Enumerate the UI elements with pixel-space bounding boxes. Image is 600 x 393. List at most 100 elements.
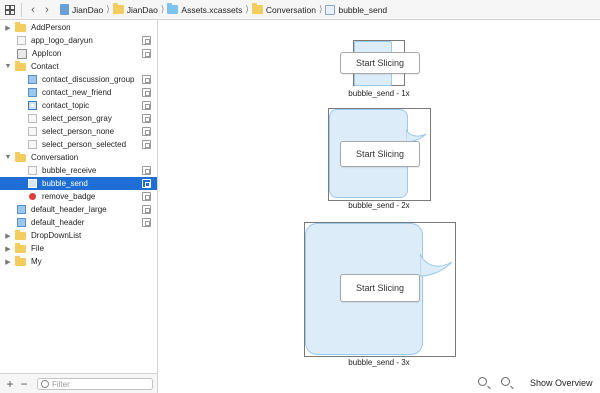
chevron-right-icon: ⟩ (106, 4, 110, 14)
breadcrumb-assets-label: Assets.xcassets (181, 4, 243, 15)
disclosure-closed-icon[interactable]: ▶ (4, 258, 12, 266)
breadcrumb-group[interactable]: JianDao (112, 3, 158, 15)
sidebar-item-label: select_person_selected (42, 140, 127, 149)
zoom-out-icon[interactable] (478, 377, 487, 386)
sidebar-item-label: My (31, 257, 42, 266)
chevron-right-icon: ⟩ (245, 4, 249, 14)
sidebar-asset[interactable]: contact_topic (0, 99, 157, 112)
filter-placeholder: Filter (52, 379, 70, 389)
forward-arrow-icon[interactable]: › (40, 3, 54, 17)
asset-type-icon (142, 166, 151, 175)
sidebar-asset[interactable]: select_person_selected (0, 138, 157, 151)
sidebar-item-label: app_logo_daryun (31, 36, 93, 45)
breadcrumb-conversation-label: Conversation (265, 4, 316, 15)
sidebar-folder[interactable]: ▶ My (0, 255, 157, 268)
image-asset-icon (17, 205, 26, 214)
breadcrumb-project-label: JianDao (72, 4, 104, 15)
sidebar-item-label: AddPerson (31, 23, 71, 32)
sidebar-folder[interactable]: ▶ File (0, 242, 157, 255)
slot-label-2x: bubble_send - 2x (348, 201, 410, 210)
sidebar-asset[interactable]: contact_discussion_group (0, 73, 157, 86)
asset-navigator: ▶ AddPerson app_logo_daryun AppIcon ▼ Contact… (0, 20, 158, 373)
breadcrumb-imageset[interactable]: bubble_send (325, 4, 388, 15)
start-slicing-button-3x[interactable]: Start Slicing (340, 274, 420, 302)
sidebar-item-label: DropDownList (31, 231, 82, 240)
folder-icon (15, 60, 26, 71)
image-asset-icon (28, 127, 37, 136)
sidebar-item-label: select_person_none (42, 127, 115, 136)
sidebar-asset[interactable]: bubble_send (0, 177, 157, 190)
sidebar-folder[interactable]: ▶ AddPerson (0, 21, 157, 34)
sidebar-item-label: remove_badge (42, 192, 96, 201)
sidebar-item-label: File (31, 244, 44, 253)
breadcrumb-group-label: JianDao (126, 4, 158, 15)
disclosure-closed-icon[interactable]: ▶ (4, 24, 12, 32)
folder-icon (15, 255, 26, 266)
folder-icon (112, 3, 124, 14)
disclosure-open-icon[interactable]: ▼ (4, 63, 12, 70)
sidebar-folder[interactable]: ▼ Contact (0, 60, 157, 73)
toolbar-divider (21, 2, 22, 17)
sidebar-item-label: bubble_send (42, 179, 88, 188)
image-set-canvas: Start Slicing bubble_send - 1x Start Sli… (158, 20, 600, 393)
folder-icon (15, 242, 26, 253)
filter-input[interactable]: Filter (37, 378, 153, 390)
start-slicing-button-2x[interactable]: Start Slicing (340, 141, 420, 167)
asset-type-icon (142, 140, 151, 149)
chevron-right-icon: ⟩ (160, 4, 165, 14)
chevron-right-icon: ⟩ (318, 4, 323, 14)
bubble-tail-3x (420, 253, 453, 277)
sidebar-asset[interactable]: select_person_none (0, 125, 157, 138)
breadcrumb-conversation[interactable]: Conversation (251, 3, 316, 15)
sidebar-item-label: Conversation (31, 153, 79, 162)
breadcrumb-project[interactable]: JianDao (60, 4, 103, 15)
disclosure-closed-icon[interactable]: ▶ (4, 245, 12, 253)
asset-type-icon (142, 179, 151, 188)
back-arrow-icon[interactable]: ‹ (26, 3, 40, 17)
image-asset-icon (28, 179, 37, 188)
show-overview-button[interactable]: Show Overview (530, 378, 593, 388)
sidebar-item-label: bubble_receive (42, 166, 97, 175)
image-asset-icon (28, 114, 37, 123)
sidebar-asset[interactable]: select_person_gray (0, 112, 157, 125)
sidebar-item-label: AppIcon (32, 49, 62, 58)
breadcrumb-imageset-label: bubble_send (338, 4, 388, 15)
sidebar-asset[interactable]: remove_badge (0, 190, 157, 203)
sidebar-item-label: contact_new_friend (42, 88, 112, 97)
sidebar-asset[interactable]: AppIcon (0, 47, 157, 60)
slot-label-3x: bubble_send - 3x (348, 358, 410, 367)
sidebar-asset[interactable]: app_logo_daryun (0, 34, 157, 47)
asset-type-icon (142, 205, 151, 214)
zoom-in-icon[interactable] (501, 377, 510, 386)
sidebar-item-label: Contact (31, 62, 59, 71)
asset-type-icon (142, 114, 151, 123)
image-asset-icon (28, 88, 37, 97)
slot-label-1x: bubble_send - 1x (348, 89, 410, 98)
asset-type-icon (142, 101, 151, 110)
add-icon[interactable]: + (3, 377, 17, 391)
navigator-footer: + − Filter (0, 373, 158, 393)
start-slicing-button-1x[interactable]: Start Slicing (340, 52, 420, 74)
breadcrumb-assets[interactable]: Assets.xcassets (167, 3, 243, 15)
project-file-icon (60, 4, 69, 15)
asset-type-icon (142, 36, 151, 45)
asset-type-icon (142, 127, 151, 136)
sidebar-item-label: contact_discussion_group (42, 75, 135, 84)
asset-type-icon (142, 88, 151, 97)
grid-icon[interactable] (3, 3, 17, 17)
sidebar-item-label: default_header (31, 218, 85, 227)
filter-icon (41, 380, 49, 388)
image-asset-icon (28, 75, 37, 84)
sidebar-folder[interactable]: ▼ Conversation (0, 151, 157, 164)
sidebar-asset[interactable]: default_header (0, 216, 157, 229)
sidebar-asset[interactable]: default_header_large (0, 203, 157, 216)
folder-icon (15, 21, 26, 32)
sidebar-item-label: contact_topic (42, 101, 90, 110)
sidebar-folder[interactable]: ▶ DropDownList (0, 229, 157, 242)
sidebar-asset[interactable]: bubble_receive (0, 164, 157, 177)
sidebar-asset[interactable]: contact_new_friend (0, 86, 157, 99)
asset-type-icon (142, 218, 151, 227)
disclosure-open-icon[interactable]: ▼ (4, 154, 12, 161)
remove-icon[interactable]: − (17, 377, 31, 391)
disclosure-closed-icon[interactable]: ▶ (4, 232, 12, 240)
